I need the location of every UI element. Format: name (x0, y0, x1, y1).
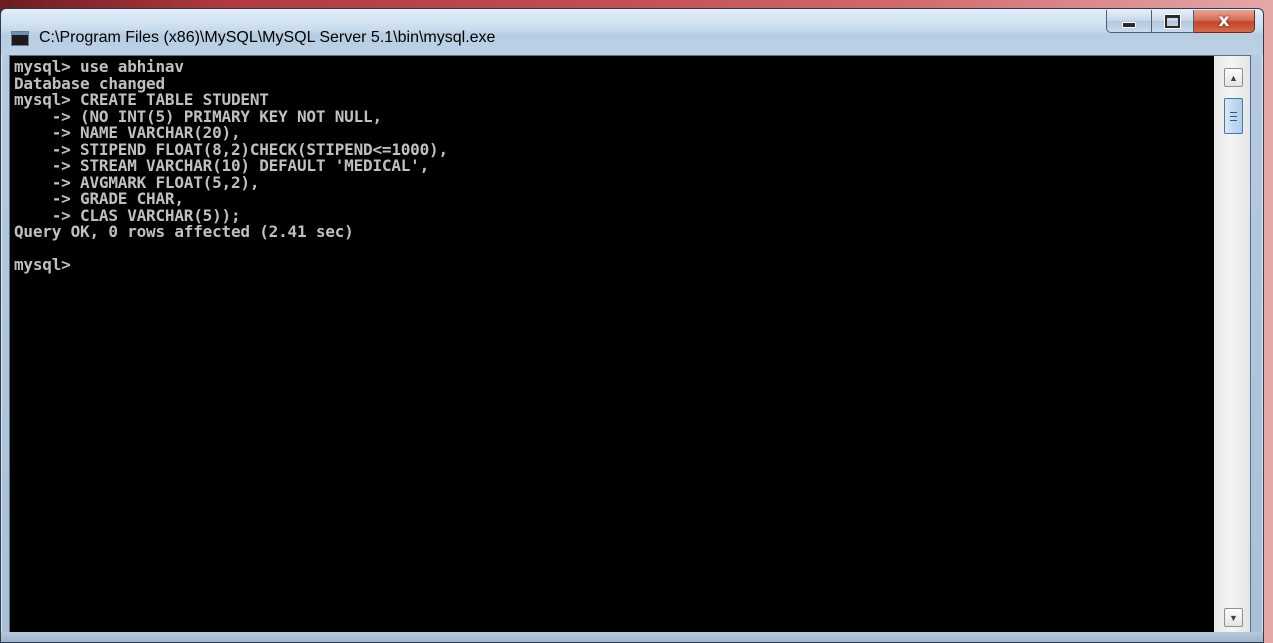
caption-buttons: x (1106, 10, 1255, 46)
console-output-area[interactable]: mysql> use abhinav Database changed mysq… (9, 55, 1215, 633)
close-icon: x (1218, 11, 1230, 31)
vertical-scrollbar[interactable]: ▲ ▼ (1214, 55, 1251, 635)
window-title: C:\Program Files (x86)\MySQL\MySQL Serve… (39, 29, 496, 46)
maximize-icon (1164, 13, 1181, 29)
console-text: mysql> use abhinav Database changed mysq… (14, 57, 448, 274)
close-button[interactable]: x (1194, 10, 1255, 33)
chevron-down-icon: ▼ (1229, 612, 1238, 623)
grip-icon (1230, 111, 1237, 121)
console-window: C:\Program Files (x86)\MySQL\MySQL Serve… (0, 8, 1264, 643)
scroll-thumb[interactable] (1224, 98, 1243, 134)
console-icon[interactable] (11, 31, 29, 46)
minimize-button[interactable] (1106, 10, 1152, 33)
minimize-icon (1122, 22, 1136, 28)
chevron-up-icon: ▲ (1229, 72, 1238, 83)
title-bar[interactable]: C:\Program Files (x86)\MySQL\MySQL Serve… (1, 9, 1263, 55)
scroll-up-button[interactable]: ▲ (1224, 68, 1243, 87)
scroll-down-button[interactable]: ▼ (1224, 608, 1243, 627)
maximize-button[interactable] (1152, 10, 1194, 33)
